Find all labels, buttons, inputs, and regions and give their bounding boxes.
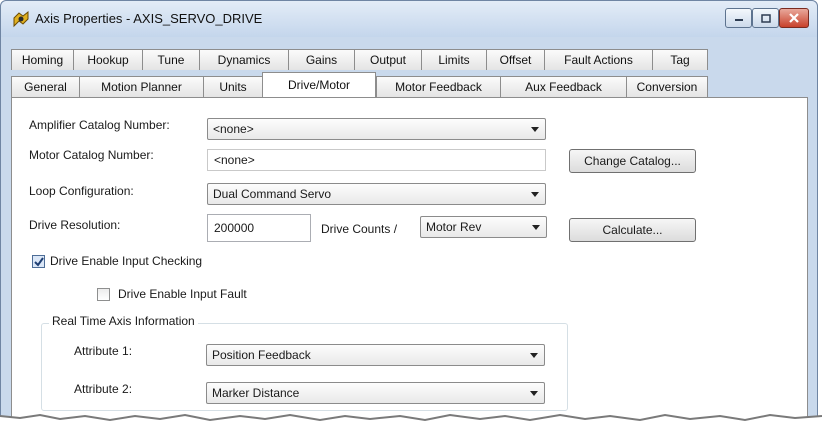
- drive-resolution-input[interactable]: 200000: [207, 214, 311, 242]
- attribute-1-value: Position Feedback: [212, 348, 311, 362]
- motor-catalog-value: <none>: [214, 153, 255, 167]
- attribute-2-select[interactable]: Marker Distance: [206, 382, 545, 404]
- attribute-1-label: Attribute 1:: [74, 344, 133, 358]
- close-button[interactable]: [779, 8, 809, 28]
- tab-tag[interactable]: Tag: [652, 49, 708, 70]
- attribute-1-select[interactable]: Position Feedback: [206, 344, 545, 366]
- tab-homing[interactable]: Homing: [11, 49, 73, 70]
- chevron-down-icon: [531, 192, 539, 197]
- drive-enable-input-fault-label[interactable]: Drive Enable Input Fault: [118, 287, 247, 301]
- tab-tune[interactable]: Tune: [142, 49, 199, 70]
- minimize-button[interactable]: [725, 8, 752, 28]
- tab-units[interactable]: Units: [203, 76, 262, 97]
- title-bar[interactable]: Axis Properties - AXIS_SERVO_DRIVE: [1, 1, 817, 37]
- resolution-unit-value: Motor Rev: [426, 220, 482, 234]
- loop-configuration-value: Dual Command Servo: [213, 187, 332, 201]
- tab-drive-motor[interactable]: Drive/Motor: [262, 72, 376, 97]
- change-catalog-button[interactable]: Change Catalog...: [569, 149, 696, 173]
- resolution-unit-select[interactable]: Motor Rev: [420, 216, 547, 238]
- tab-motor-feedback[interactable]: Motor Feedback: [376, 76, 500, 97]
- motor-catalog-field: <none>: [207, 149, 546, 171]
- minimize-icon: [734, 19, 743, 21]
- amplifier-catalog-label: Amplifier Catalog Number:: [29, 118, 170, 132]
- chevron-down-icon: [532, 225, 540, 230]
- tab-dynamics[interactable]: Dynamics: [199, 49, 288, 70]
- axis-properties-window: Axis Properties - AXIS_SERVO_DRIVE Homin…: [0, 0, 818, 421]
- tab-fault-actions[interactable]: Fault Actions: [544, 49, 652, 70]
- drive-enable-input-checking-label[interactable]: Drive Enable Input Checking: [50, 254, 202, 268]
- tab-gains[interactable]: Gains: [288, 49, 354, 70]
- maximize-button[interactable]: [752, 8, 779, 28]
- tab-hookup[interactable]: Hookup: [73, 49, 142, 70]
- torn-edge-decoration: [0, 413, 822, 439]
- chevron-down-icon: [530, 353, 538, 358]
- attribute-2-value: Marker Distance: [212, 386, 300, 400]
- drive-enable-input-checking-checkbox[interactable]: [32, 255, 45, 268]
- loop-configuration-select[interactable]: Dual Command Servo: [207, 183, 546, 205]
- close-icon: [789, 13, 799, 23]
- loop-configuration-label: Loop Configuration:: [29, 184, 134, 198]
- tab-general[interactable]: General: [11, 76, 79, 97]
- drive-enable-input-fault-checkbox[interactable]: [97, 288, 110, 301]
- amplifier-catalog-select[interactable]: <none>: [207, 118, 546, 140]
- tab-row-2: General Motion Planner Units Drive/Motor…: [11, 72, 708, 97]
- amplifier-catalog-value: <none>: [213, 122, 254, 136]
- calculate-button[interactable]: Calculate...: [569, 218, 696, 242]
- tab-motion-planner[interactable]: Motion Planner: [79, 76, 203, 97]
- realtime-axis-title: Real Time Axis Information: [49, 314, 198, 328]
- axis-properties-icon: [13, 10, 29, 28]
- tab-output[interactable]: Output: [354, 49, 421, 70]
- motor-catalog-label: Motor Catalog Number:: [29, 148, 154, 162]
- tab-row-1: Homing Hookup Tune Dynamics Gains Output…: [11, 49, 708, 70]
- chevron-down-icon: [530, 391, 538, 396]
- drive-resolution-label: Drive Resolution:: [29, 218, 121, 232]
- maximize-icon: [760, 13, 771, 23]
- tab-conversion[interactable]: Conversion: [626, 76, 708, 97]
- tab-aux-feedback[interactable]: Aux Feedback: [500, 76, 626, 97]
- drive-counts-label: Drive Counts /: [321, 222, 398, 236]
- drive-resolution-value: 200000: [214, 221, 255, 235]
- window-title: Axis Properties - AXIS_SERVO_DRIVE: [35, 11, 263, 26]
- attribute-2-label: Attribute 2:: [74, 382, 133, 396]
- tab-limits[interactable]: Limits: [421, 49, 486, 70]
- checkmark-icon: [34, 257, 44, 267]
- chevron-down-icon: [531, 127, 539, 132]
- tab-offset[interactable]: Offset: [486, 49, 544, 70]
